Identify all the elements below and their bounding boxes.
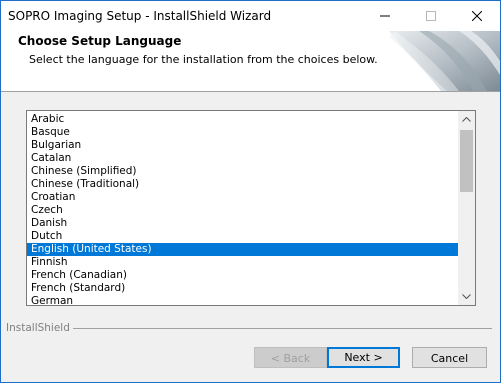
minimize-icon <box>380 15 390 17</box>
scrollbar-thumb[interactable] <box>460 130 473 192</box>
footer-divider <box>69 328 492 329</box>
language-list-item[interactable]: Czech <box>27 204 461 217</box>
installshield-label: InstallShield <box>6 322 73 334</box>
scroll-up-button[interactable] <box>458 111 475 128</box>
vertical-scrollbar[interactable] <box>458 111 475 305</box>
header-banner-graphic <box>389 31 500 91</box>
language-list-item[interactable]: Finnish <box>27 256 461 269</box>
wizard-header: Choose Setup Language Select the languag… <box>1 31 500 92</box>
language-list-item[interactable]: English (United States) <box>27 243 461 256</box>
language-list-item[interactable]: Arabic <box>27 113 461 126</box>
header-title: Choose Setup Language <box>18 34 182 48</box>
language-list-item[interactable]: Catalan <box>27 152 461 165</box>
installer-window: SOPRO Imaging Setup - InstallShield Wiza… <box>0 0 501 383</box>
language-list-item[interactable]: Danish <box>27 217 461 230</box>
maximize-icon <box>426 11 436 21</box>
language-list-item[interactable]: Basque <box>27 126 461 139</box>
window-title: SOPRO Imaging Setup - InstallShield Wiza… <box>8 9 272 23</box>
header-subtitle: Select the language for the installation… <box>29 53 378 66</box>
language-list-item[interactable]: Dutch <box>27 230 461 243</box>
language-list-item[interactable]: Chinese (Simplified) <box>27 165 461 178</box>
language-list-item[interactable]: French (Standard) <box>27 282 461 295</box>
next-button[interactable]: Next > <box>327 347 400 368</box>
close-icon <box>472 11 482 21</box>
close-button[interactable] <box>454 1 500 31</box>
title-bar[interactable]: SOPRO Imaging Setup - InstallShield Wiza… <box>1 1 500 31</box>
chevron-down-icon <box>462 294 471 299</box>
language-listbox[interactable]: German French (Standard) French (Canadian)… <box>26 110 476 306</box>
chevron-up-icon <box>462 117 471 122</box>
language-list-item[interactable]: Chinese (Traditional) <box>27 178 461 191</box>
language-list-item[interactable]: French (Canadian) <box>27 269 461 282</box>
minimize-button[interactable] <box>362 1 408 31</box>
scroll-down-button[interactable] <box>458 288 475 305</box>
maximize-button <box>408 1 454 31</box>
cancel-button[interactable]: Cancel <box>412 347 487 368</box>
language-list-item[interactable]: German <box>27 295 461 305</box>
language-list-item[interactable]: Croatian <box>27 191 461 204</box>
language-list-item[interactable]: Bulgarian <box>27 139 461 152</box>
back-button[interactable]: < Back <box>254 347 327 368</box>
